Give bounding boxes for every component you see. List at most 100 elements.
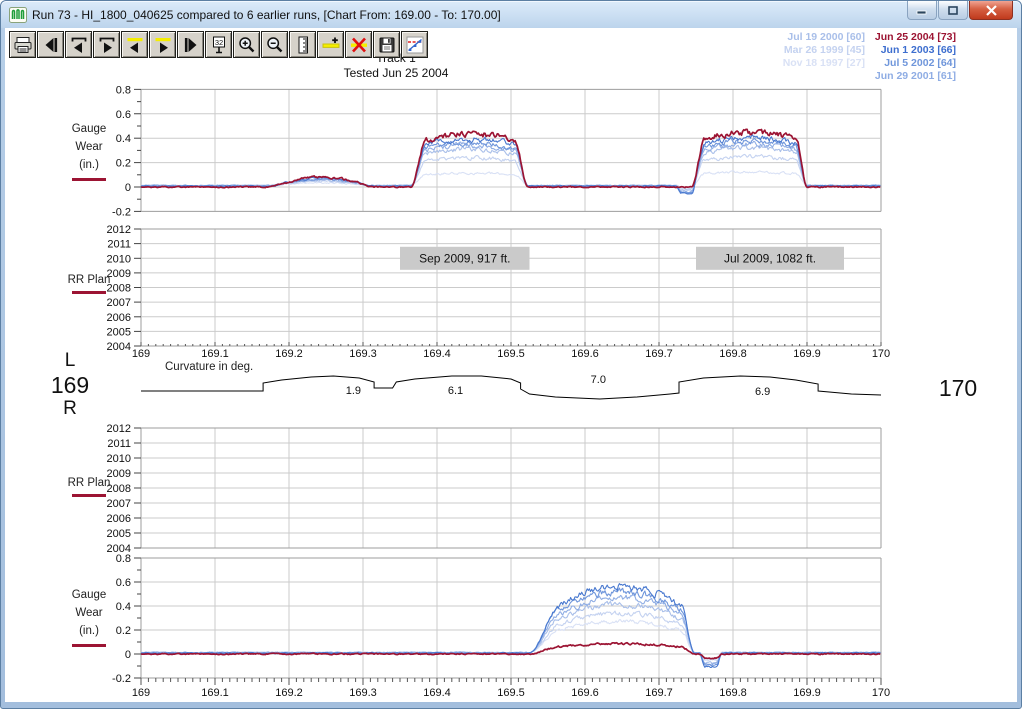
legend-item[interactable]: Mar 26 1999 [45]: [783, 44, 865, 57]
svg-text:0.4: 0.4: [116, 601, 131, 613]
close-button[interactable]: [969, 1, 1013, 20]
svg-text:2004: 2004: [107, 341, 131, 353]
restore-icon: [947, 5, 959, 16]
svg-text:2008: 2008: [107, 283, 131, 295]
step-forward-button[interactable]: [177, 31, 204, 58]
svg-text:169.8: 169.8: [719, 687, 747, 699]
svg-text:2006: 2006: [107, 513, 131, 525]
svg-text:2011: 2011: [107, 438, 131, 450]
svg-text:169.7: 169.7: [645, 687, 673, 699]
svg-text:169.4: 169.4: [423, 348, 451, 360]
trend-plot-icon: [405, 35, 425, 55]
svg-text:0.4: 0.4: [116, 133, 131, 145]
print-button[interactable]: [9, 31, 36, 58]
next-curve-button[interactable]: [93, 31, 120, 58]
step-back-icon: [41, 35, 61, 55]
save-button[interactable]: [373, 31, 400, 58]
svg-text:0.2: 0.2: [116, 158, 131, 170]
svg-text:2011: 2011: [107, 239, 131, 251]
svg-text:170: 170: [872, 687, 890, 699]
client-area: Track 1 Tested Jun 25 2004 0.80.60.40.20…: [5, 28, 1017, 702]
window-controls: [906, 1, 1013, 20]
svg-text:169.1: 169.1: [201, 348, 229, 360]
delete-track-bar-button[interactable]: [345, 31, 372, 58]
svg-text:2005: 2005: [107, 528, 131, 540]
legend-recent-runs: Jun 25 2004 [73]Jun 1 2003 [66]Jul 5 200…: [875, 31, 956, 83]
svg-text:169.5: 169.5: [497, 687, 525, 699]
svg-text:169.6: 169.6: [571, 348, 599, 360]
svg-text:32: 32: [214, 37, 222, 46]
svg-text:170: 170: [872, 348, 890, 360]
ruler-button[interactable]: [289, 31, 316, 58]
legend-item[interactable]: Jul 19 2000 [60]: [783, 31, 865, 44]
step-back-button[interactable]: [37, 31, 64, 58]
next-curve-icon: [97, 35, 117, 55]
svg-text:0.8: 0.8: [116, 84, 131, 96]
svg-text:2007: 2007: [107, 498, 131, 510]
minimize-icon: [916, 6, 928, 15]
app-icon: [9, 7, 27, 23]
svg-text:0.6: 0.6: [116, 577, 131, 589]
svg-text:0: 0: [125, 182, 131, 194]
milepost-sign-button[interactable]: 32: [205, 31, 232, 58]
svg-text:169.6: 169.6: [571, 687, 599, 699]
prev-curve-icon: [69, 35, 89, 55]
svg-text:169.2: 169.2: [275, 348, 303, 360]
zoom-in-button[interactable]: [233, 31, 260, 58]
svg-text:2007: 2007: [107, 297, 131, 309]
svg-text:2006: 2006: [107, 312, 131, 324]
svg-text:169.3: 169.3: [349, 348, 377, 360]
svg-text:169.4: 169.4: [423, 687, 451, 699]
toolbar: 32: [9, 31, 429, 58]
legend-earlier-runs: Jul 19 2000 [60]Mar 26 1999 [45]Nov 18 1…: [783, 31, 865, 70]
svg-text:169.9: 169.9: [793, 348, 821, 360]
zoom-in-icon: [237, 35, 257, 55]
svg-text:2009: 2009: [107, 468, 131, 480]
ruler-icon: [293, 35, 313, 55]
svg-text:0.8: 0.8: [116, 553, 131, 565]
zoom-out-button[interactable]: [261, 31, 288, 58]
legend-item[interactable]: Nov 18 1997 [27]: [783, 57, 865, 70]
legend-item[interactable]: Jun 25 2004 [73]: [875, 31, 956, 44]
close-icon: [985, 5, 998, 16]
svg-text:169.1: 169.1: [201, 687, 229, 699]
app-window: Run 73 - HI_1800_040625 compared to 6 ea…: [0, 0, 1022, 709]
svg-text:0.2: 0.2: [116, 625, 131, 637]
svg-text:169.7: 169.7: [645, 348, 673, 360]
legend-item[interactable]: Jun 1 2003 [66]: [875, 44, 956, 57]
prev-curve-button[interactable]: [65, 31, 92, 58]
svg-text:7.0: 7.0: [591, 374, 606, 386]
svg-text:169.8: 169.8: [719, 348, 747, 360]
prev-marked-section-button[interactable]: [121, 31, 148, 58]
svg-text:-0.2: -0.2: [112, 206, 131, 218]
next-marked-section-button[interactable]: [149, 31, 176, 58]
add-track-bar-button[interactable]: [317, 31, 344, 58]
svg-text:169: 169: [132, 687, 150, 699]
zoom-out-icon: [265, 35, 285, 55]
trend-plot-button[interactable]: [401, 31, 428, 58]
printer-icon: [13, 35, 33, 55]
step-forward-icon: [181, 35, 201, 55]
svg-text:6.9: 6.9: [755, 386, 770, 398]
milepost-32-icon: 32: [209, 35, 229, 55]
titlebar[interactable]: Run 73 - HI_1800_040625 compared to 6 ea…: [1, 1, 1021, 28]
svg-text:2009: 2009: [107, 268, 131, 280]
legend-item[interactable]: Jun 29 2001 [61]: [875, 70, 956, 83]
svg-text:2010: 2010: [107, 453, 131, 465]
svg-text:2010: 2010: [107, 253, 131, 265]
svg-text:2005: 2005: [107, 326, 131, 338]
svg-text:2012: 2012: [107, 224, 131, 236]
svg-text:6.1: 6.1: [448, 385, 463, 397]
prev-marked-icon: [125, 35, 145, 55]
svg-text:169.3: 169.3: [349, 687, 377, 699]
minimize-button[interactable]: [907, 1, 937, 20]
svg-text:0: 0: [125, 649, 131, 661]
charts-canvas[interactable]: 0.8 0.6 0.4 0.2 0 -0.2 2012 2011 2010 2009 2008 200…: [5, 28, 1017, 702]
save-icon: [377, 35, 397, 55]
svg-text:169.2: 169.2: [275, 687, 303, 699]
svg-text:169.9: 169.9: [793, 687, 821, 699]
charts-svg: 0.8 0.6 0.4 0.2 0 -0.2 2012 2011 2010 2009 2008 200…: [5, 28, 1017, 702]
add-track-bar-icon: [321, 35, 341, 55]
restore-button[interactable]: [938, 1, 968, 20]
legend-item[interactable]: Jul 5 2002 [64]: [875, 57, 956, 70]
